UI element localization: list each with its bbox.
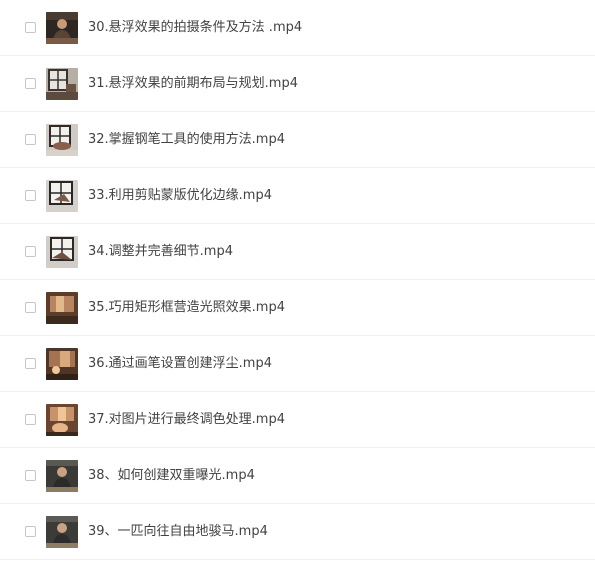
file-name[interactable]: 38、如何创建双重曝光.mp4 [88, 466, 255, 486]
file-name[interactable]: 33.利用剪贴蒙版优化边缘.mp4 [88, 186, 272, 206]
select-checkbox[interactable] [25, 190, 36, 201]
select-checkbox[interactable] [25, 414, 36, 425]
file-row[interactable]: 35.巧用矩形框营造光照效果.mp4 [0, 280, 595, 336]
select-checkbox[interactable] [25, 134, 36, 145]
select-checkbox[interactable] [25, 302, 36, 313]
video-thumbnail-presenter-icon[interactable] [46, 12, 78, 44]
file-row[interactable]: 31.悬浮效果的前期布局与规划.mp4 [0, 56, 595, 112]
file-name[interactable]: 32.掌握钢笔工具的使用方法.mp4 [88, 130, 285, 150]
file-name[interactable]: 36.通过画笔设置创建浮尘.mp4 [88, 354, 272, 374]
video-file-list: 30.悬浮效果的拍摄条件及方法 .mp4 31.悬浮效果的前期布局与规划.mp4 [0, 0, 595, 561]
select-checkbox[interactable] [25, 358, 36, 369]
file-name[interactable]: 31.悬浮效果的前期布局与规划.mp4 [88, 74, 298, 94]
file-name[interactable]: 39、一匹向往自由地骏马.mp4 [88, 522, 268, 542]
file-row[interactable]: 34.调整并完善细节.mp4 [0, 224, 595, 280]
video-thumbnail-presenter-icon[interactable] [46, 460, 78, 492]
file-name[interactable]: 37.对图片进行最终调色处理.mp4 [88, 410, 285, 430]
file-row[interactable]: 37.对图片进行最终调色处理.mp4 [0, 392, 595, 448]
file-row[interactable]: 38、如何创建双重曝光.mp4 [0, 448, 595, 504]
video-thumbnail-warm-room-icon[interactable] [46, 292, 78, 324]
select-checkbox[interactable] [25, 246, 36, 257]
video-thumbnail-warm-room-icon[interactable] [46, 404, 78, 436]
file-name[interactable]: 34.调整并完善细节.mp4 [88, 242, 233, 262]
file-name[interactable]: 30.悬浮效果的拍摄条件及方法 .mp4 [88, 18, 302, 38]
file-row[interactable]: 32.掌握钢笔工具的使用方法.mp4 [0, 112, 595, 168]
select-checkbox[interactable] [25, 470, 36, 481]
video-thumbnail-presenter-icon[interactable] [46, 516, 78, 548]
video-thumbnail-window-icon[interactable] [46, 68, 78, 100]
video-thumbnail-warm-room-icon[interactable] [46, 348, 78, 380]
select-checkbox[interactable] [25, 78, 36, 89]
file-row[interactable]: 30.悬浮效果的拍摄条件及方法 .mp4 [0, 0, 595, 56]
select-checkbox[interactable] [25, 22, 36, 33]
file-row[interactable]: 39、一匹向往自由地骏马.mp4 [0, 504, 595, 560]
video-thumbnail-window-icon[interactable] [46, 180, 78, 212]
file-name[interactable]: 35.巧用矩形框营造光照效果.mp4 [88, 298, 285, 318]
select-checkbox[interactable] [25, 526, 36, 537]
video-thumbnail-window-icon[interactable] [46, 124, 78, 156]
video-thumbnail-window-icon[interactable] [46, 236, 78, 268]
file-row[interactable]: 33.利用剪贴蒙版优化边缘.mp4 [0, 168, 595, 224]
file-row[interactable]: 36.通过画笔设置创建浮尘.mp4 [0, 336, 595, 392]
